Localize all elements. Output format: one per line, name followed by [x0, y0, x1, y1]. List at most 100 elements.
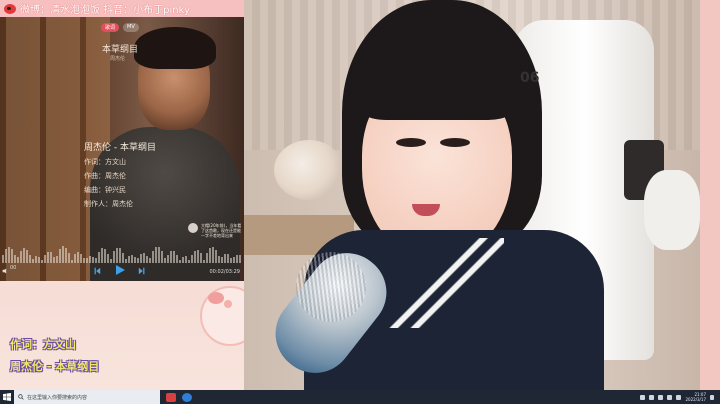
- volume-tray-icon[interactable]: [676, 394, 682, 400]
- elapsed-label: 00: [10, 265, 17, 271]
- lyric-title-line: 周杰伦 - 本草纲目: [84, 143, 156, 153]
- waveform-bar: [68, 252, 70, 263]
- tab-lyrics[interactable]: 歌词: [101, 23, 120, 32]
- waveform-bar: [215, 250, 217, 263]
- waveform-bar: [131, 254, 133, 263]
- search-icon: [18, 394, 24, 400]
- comment-text: 大帽(20年前)，当年看了这首歌，现在还是能一字不差地背出来: [201, 223, 242, 238]
- waveform-bar: [26, 250, 28, 263]
- waveform-bar: [107, 253, 109, 263]
- waveform-bar: [2, 255, 4, 263]
- notification-icon[interactable]: [710, 394, 714, 400]
- waveform-bar: [20, 250, 22, 263]
- waveform-bar: [170, 250, 172, 263]
- waveform-bar: [173, 250, 175, 263]
- lyric-line: 作词：方文山: [84, 158, 126, 166]
- clock-date: 2022/3/17: [685, 397, 706, 402]
- waveform-bar: [161, 251, 163, 263]
- taskbar-search[interactable]: 在这里输入你要搜索的内容: [14, 390, 160, 404]
- waveform-bar: [35, 255, 37, 263]
- waveform-bar: [224, 253, 226, 263]
- lyricist-credit: 作词：方文山: [10, 338, 76, 351]
- stream-screen: 微博：清水泡泡饭 抖音：小布丁pinky 歌词 MV 本草纲目 周杰伦 周杰伦 …: [0, 0, 720, 404]
- waveform-bar: [50, 252, 52, 263]
- waveform-bar: [74, 254, 76, 263]
- waveform-bar: [146, 256, 148, 263]
- taskbar: 在这里输入你要搜索的内容 21:07 2022/3/17: [0, 390, 720, 404]
- social-banner-text: 微博：清水泡泡饭 抖音：小布丁pinky: [20, 5, 190, 16]
- tray-icon[interactable]: [640, 394, 646, 400]
- waveform-bar: [167, 254, 169, 263]
- camera-feed: [244, 0, 700, 390]
- social-banner: 微博：清水泡泡饭 抖音：小布丁pinky: [0, 0, 244, 17]
- waveform-bar: [113, 251, 115, 263]
- search-placeholder: 在这里输入你要搜索的内容: [27, 394, 88, 401]
- streamer-bangs: [352, 20, 522, 120]
- song-title: 本草纲目: [102, 45, 139, 55]
- next-track-icon[interactable]: [138, 267, 146, 275]
- system-clock[interactable]: 21:07 2022/3/17: [685, 392, 706, 402]
- background-lamp: [644, 170, 700, 250]
- waveform-bar: [128, 256, 130, 263]
- waveform-bar: [11, 249, 13, 263]
- waveform-bar: [158, 246, 160, 263]
- avatar: [188, 223, 198, 233]
- waveform-bar: [14, 255, 16, 263]
- windows-icon: [3, 393, 11, 401]
- track-time: 00:02/03:29: [209, 269, 240, 275]
- waveform-bar: [236, 254, 238, 263]
- waveform-bar: [155, 246, 157, 263]
- waveform-bar: [143, 253, 145, 263]
- hot-comment[interactable]: 大帽(20年前)，当年看了这首歌，现在还是能一字不差地背出来: [188, 223, 244, 238]
- waveform-bar: [194, 250, 196, 263]
- lyric-line: 制作人：周杰伦: [84, 200, 133, 208]
- right-border-strip: [700, 0, 720, 390]
- waveform-bar: [239, 255, 241, 263]
- waveform-bar: [140, 254, 142, 263]
- waveform-bar: [101, 248, 103, 263]
- waveform-bar: [122, 252, 124, 263]
- play-icon[interactable]: [114, 264, 126, 276]
- waveform-bar: [5, 249, 7, 263]
- streamer-eye: [440, 138, 470, 147]
- waveform-bar: [23, 248, 25, 263]
- waveform-bar: [104, 249, 106, 263]
- waveform-bar: [98, 252, 100, 263]
- app-icon-blue[interactable]: [182, 392, 192, 402]
- waveform-bar: [44, 254, 46, 263]
- sticker-decoration: [208, 292, 224, 304]
- waveform-bar: [62, 246, 64, 263]
- tray-icon[interactable]: [649, 394, 655, 400]
- waveform-bar: [227, 254, 229, 263]
- network-icon[interactable]: [667, 394, 673, 400]
- music-player: 歌词 MV 本草纲目 周杰伦 周杰伦 - 本草纲目 作词：方文山 作曲：周杰伦 …: [0, 17, 244, 281]
- system-tray: 21:07 2022/3/17: [640, 392, 720, 402]
- chair-logo-text: 06: [520, 70, 540, 86]
- waveform-bar: [89, 255, 91, 263]
- waveform-bar: [176, 254, 178, 263]
- waveform-bar: [185, 256, 187, 263]
- lyric-line: 作曲：周杰伦: [84, 172, 126, 180]
- start-button[interactable]: [0, 390, 14, 404]
- waveform-bar: [209, 247, 211, 263]
- waveform-bar: [59, 249, 61, 263]
- waveform-bar: [77, 251, 79, 263]
- app-icon-red[interactable]: [166, 392, 176, 402]
- waveform-bar: [8, 247, 10, 263]
- waveform-bar: [152, 251, 154, 263]
- tray-icon[interactable]: [658, 394, 664, 400]
- pinned-apps: [166, 392, 192, 402]
- waveform-bar: [212, 246, 214, 263]
- waveform-bar: [116, 247, 118, 263]
- tab-mv[interactable]: MV: [123, 23, 139, 32]
- playback-controls: 00 00:02/03:29: [0, 263, 244, 281]
- lyric-line: 编曲：钟兴民: [84, 186, 126, 194]
- song-credit: 周杰伦 - 本草纲目: [10, 360, 100, 373]
- sticker-decoration: [224, 300, 232, 308]
- volume-icon[interactable]: [2, 268, 8, 274]
- waveform-bar: [206, 252, 208, 263]
- player-tabs: 歌词 MV: [101, 23, 139, 32]
- waveform-bar: [119, 248, 121, 263]
- previous-track-icon[interactable]: [93, 267, 101, 275]
- audio-waveform: [0, 245, 244, 263]
